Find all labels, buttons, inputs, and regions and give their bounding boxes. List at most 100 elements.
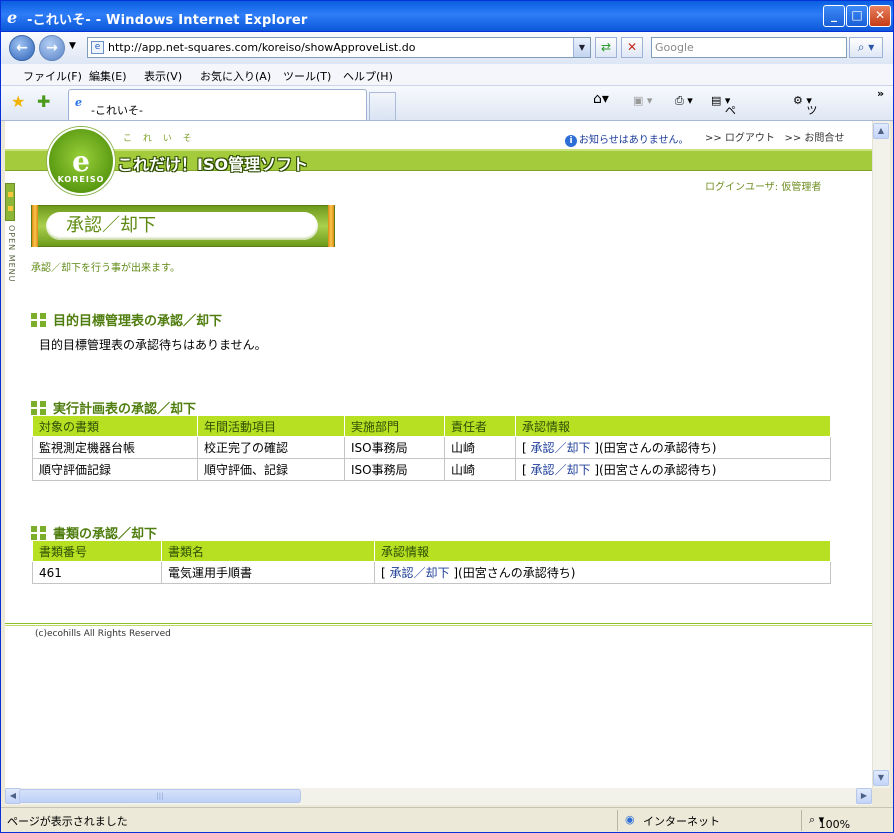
cell-item: 校正完了の確認: [197, 436, 345, 459]
table-header-row: 書類番号 書類名 承認情報: [32, 540, 831, 562]
home-icon[interactable]: ⌂▾: [593, 91, 609, 107]
add-favorite-icon[interactable]: ✚: [37, 92, 50, 111]
notice: i お知らせはありません。: [565, 131, 689, 147]
section-icon: [31, 313, 47, 327]
window-title: -これいそ- - Windows Internet Explorer: [27, 13, 308, 28]
cell-doc: 順守評価記録: [32, 458, 198, 481]
col-header: 書類番号: [32, 540, 162, 562]
approve-link[interactable]: 承認: [531, 463, 555, 477]
reject-link[interactable]: 却下: [567, 441, 591, 455]
minimize-button[interactable]: _: [823, 5, 845, 27]
approve-link[interactable]: 承認: [390, 566, 414, 580]
logo-text: KOREISO: [57, 175, 105, 184]
reject-link[interactable]: 却下: [567, 463, 591, 477]
menu-view[interactable]: 表示(V): [144, 68, 182, 84]
top-links: >> ログアウト >> お問合せ: [705, 129, 844, 144]
print-icon[interactable]: ⎙ ▾: [675, 94, 693, 108]
page-icon: e: [91, 41, 104, 54]
back-button[interactable]: ←: [9, 35, 35, 61]
separator: ／: [554, 441, 567, 455]
col-header: 承認情報: [374, 540, 831, 562]
plans-table: 対象の書類 年間活動項目 実施部門 責任者 承認情報 監視測定機器台帳 校正完了…: [32, 415, 831, 481]
col-header: 書類名: [161, 540, 375, 562]
cell-doc-name: 電気運用手順書: [161, 561, 375, 584]
cell-approval: [ 承認／却下 ](田宮さんの承認待ち): [515, 436, 831, 459]
title-bar: e -これいそ- - Windows Internet Explorer _ □…: [1, 1, 893, 32]
menu-edit[interactable]: 編集(E): [89, 68, 127, 84]
logo-letter: e: [72, 145, 90, 178]
forward-button[interactable]: →: [39, 35, 65, 61]
zone-text: インターネット: [643, 815, 720, 828]
cell-owner: 山崎: [444, 436, 516, 459]
cell-approval: [ 承認／却下 ](田宮さんの承認待ち): [515, 458, 831, 481]
menu-favorites[interactable]: お気に入り(A): [200, 68, 271, 84]
menu-grip-icon: [5, 183, 15, 221]
new-tab-button[interactable]: [369, 92, 396, 120]
col-header: 承認情報: [515, 415, 831, 437]
status-text: ページが表示されました: [7, 815, 128, 828]
status-bar: ページが表示されました ◉ インターネット ⌕ 100% ▾: [1, 807, 893, 832]
table-header-row: 対象の書類 年間活動項目 実施部門 責任者 承認情報: [32, 415, 831, 437]
favorites-star-icon[interactable]: ★: [11, 92, 25, 111]
reject-link[interactable]: 却下: [426, 566, 450, 580]
tab-current[interactable]: e -これいそ-: [68, 89, 367, 120]
scroll-up-icon[interactable]: ▲: [873, 123, 889, 139]
zoom-control[interactable]: ⌕ 100% ▾: [809, 813, 850, 831]
tools-menu[interactable]: ⚙ ツール(O) ▾: [793, 94, 824, 163]
cell-owner: 山崎: [444, 458, 516, 481]
table-row: 461 電気運用手順書 [ 承認／却下 ](田宮さんの承認待ち): [32, 561, 831, 584]
table-row: 順守評価記録 順守評価、記録 ISO事務局 山崎 [ 承認／却下 ](田宮さんの…: [32, 458, 831, 481]
copyright: (c)ecohills All Rights Reserved: [35, 629, 171, 639]
page-title: 承認／却下: [46, 212, 318, 240]
chevron-more-icon[interactable]: »: [877, 87, 884, 100]
brand-title: これだけ！ISO管理ソフト: [117, 155, 309, 174]
maximize-button[interactable]: □: [846, 5, 868, 27]
search-input[interactable]: Google: [651, 37, 847, 58]
status-divider: [617, 810, 618, 831]
feeds-icon[interactable]: ▣ ▾: [633, 94, 652, 107]
page-title-box: 承認／却下: [31, 205, 335, 247]
history-dropdown-icon[interactable]: ▼: [69, 41, 76, 51]
cell-dept: ISO事務局: [344, 458, 445, 481]
stop-icon[interactable]: ✕: [621, 37, 643, 58]
page-description: 承認／却下を行う事が出来ます。: [31, 263, 180, 274]
page-menu[interactable]: ▤ ページ(P) ▾: [711, 94, 740, 163]
scroll-down-icon[interactable]: ▼: [873, 770, 889, 786]
separator: ／: [413, 566, 426, 580]
menu-tools[interactable]: ツール(T): [283, 68, 331, 84]
browser-window: e -これいそ- - Windows Internet Explorer _ □…: [0, 0, 894, 833]
open-menu-tab[interactable]: OPEN MENU: [5, 183, 16, 283]
address-dropdown-icon[interactable]: ▼: [573, 38, 590, 57]
section-icon: [31, 526, 47, 540]
search-icon[interactable]: ⌕ ▾: [849, 37, 883, 58]
menu-help[interactable]: ヘルプ(H): [343, 68, 393, 84]
scroll-right-icon[interactable]: ▶: [856, 788, 872, 804]
login-user: ログインユーザ: 仮管理者: [705, 182, 822, 193]
refresh-icon[interactable]: ⇄: [595, 37, 617, 58]
objectives-empty-message: 目的目標管理表の承認待ちはありません。: [39, 338, 267, 352]
vertical-scrollbar[interactable]: ▲ ▼: [872, 121, 890, 788]
col-header: 年間活動項目: [197, 415, 345, 437]
approval-status: ](田宮さんの承認待ち): [590, 441, 717, 455]
tab-row: ★ ✚ e -これいそ- ⌂▾ ▣ ▾ ⎙ ▾ ▤ ページ(P) ▾ ⚙ ツール…: [1, 86, 893, 163]
address-url: http://app.net-squares.com/koreiso/showA…: [108, 41, 416, 54]
footer-divider: [5, 623, 872, 626]
approve-link[interactable]: 承認: [531, 441, 555, 455]
info-icon: i: [565, 135, 577, 147]
approval-status: ](田宮さんの承認待ち): [449, 566, 576, 580]
brand-kana: こ れ い そ: [123, 134, 196, 144]
horizontal-scrollbar[interactable]: ◀ ||| ▶: [5, 788, 872, 805]
menu-file[interactable]: ファイル(F): [23, 68, 82, 84]
contact-link[interactable]: >> お問合せ: [784, 133, 844, 144]
koreiso-logo: e KOREISO: [47, 127, 115, 195]
cell-approval: [ 承認／却下 ](田宮さんの承認待ち): [374, 561, 831, 584]
table-row: 監視測定機器台帳 校正完了の確認 ISO事務局 山崎 [ 承認／却下 ](田宮さ…: [32, 436, 831, 459]
close-button[interactable]: ✕: [869, 5, 891, 27]
horizontal-scroll-thumb[interactable]: |||: [19, 789, 301, 803]
cell-dept: ISO事務局: [344, 436, 445, 459]
logout-link[interactable]: >> ログアウト: [705, 133, 775, 144]
ie-icon: e: [7, 8, 18, 27]
address-bar[interactable]: e http://app.net-squares.com/koreiso/sho…: [87, 37, 591, 58]
notice-text: お知らせはありません。: [579, 135, 689, 146]
address-row: ← → ▼ e http://app.net-squares.com/korei…: [1, 32, 893, 64]
